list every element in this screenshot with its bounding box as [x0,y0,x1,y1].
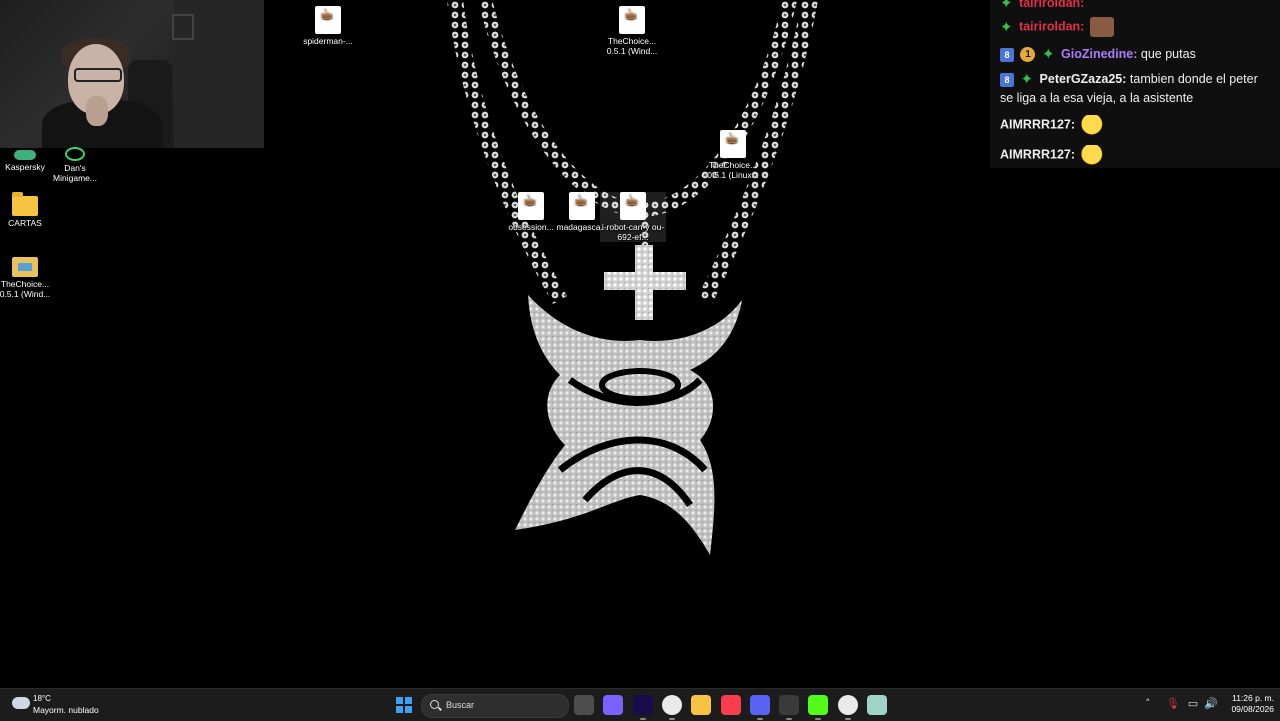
chat-username: PeterGZaza25: [1039,72,1127,86]
wall-picture-frame [172,14,194,40]
cross-pendant [604,245,686,320]
volume-icon[interactable]: 🔊 [1204,697,1218,711]
java-icon [620,192,646,220]
folder-icon [12,192,38,216]
webcam-overlay [0,0,264,148]
network-icon[interactable]: ▭ [1187,697,1199,711]
desktop-icon-cartas[interactable]: CARTAS [0,192,58,228]
desktop-icon-label: CARTAS [8,218,42,228]
task-view-icon[interactable] [574,695,594,715]
chat-message: AIMRRR127: [1000,145,1270,165]
desktop-icon-label: spiderman-... [303,36,353,46]
chat-username: GioZinedine: [1061,47,1138,61]
desktop-icon-label: TheChoice... 0.5.1 (Wind... [0,279,51,299]
copilot-icon[interactable] [603,695,623,715]
calendar-badge-icon: 8 [1000,47,1014,62]
chat-username: tairiroldan: [1019,0,1085,10]
desktop-icon-label: i-robot-can-y ou-692-ef... [601,222,665,242]
desktop-icon-irobot[interactable]: i-robot-can-y ou-692-ef... [600,192,666,242]
clock-date: 09/08/2026 [1231,704,1274,714]
calendar-badge-icon: 8 [1000,72,1014,87]
taskbar-clock[interactable]: 11:26 p. m. 09/08/2026 [1222,693,1274,715]
chat-message: ✦ tairiroldan: [1000,0,1270,13]
premiere-pro-icon[interactable] [633,695,653,720]
java-icon [619,6,645,34]
chat-username: AIMRRR127: [1000,147,1076,162]
music-icon[interactable] [721,695,741,715]
desktop-icon-label: TheChoice... 0.5.1 (Wind... [606,36,658,56]
emote-duck-icon [1080,115,1105,135]
chat-message: ✦ tairiroldan: [1000,17,1270,37]
chat-username: tairiroldan: [1019,19,1085,34]
chrome-2-icon[interactable] [838,695,858,720]
emote-face-icon [1089,17,1114,37]
discord-icon[interactable] [750,695,770,720]
sub-badge-icon: ✦ [1020,70,1034,89]
chat-message: 8 1 ✦ GioZinedine: que putas [1000,45,1270,64]
chat-message: 8 ✦ PeterGZaza25: tambien donde el peter… [1000,70,1270,108]
java-icon [569,192,595,220]
microphone-icon[interactable]: 🎙 [1166,697,1180,711]
start-button[interactable] [396,697,412,713]
desktop-icon-thechoice-linux[interactable]: TheChoice... 0.5.1 (Linux... [700,130,766,180]
tribal-pendant [515,295,742,555]
notepad-icon[interactable] [867,695,887,715]
sub-badge-icon: ✦ [1000,17,1013,36]
search-icon [430,700,439,709]
tray-chevron-up-icon[interactable]: ˄ [1145,697,1151,710]
desktop-icon-label: Kaspersky [5,162,45,172]
desktop-icon-label: obsession... [508,222,554,232]
chat-text: que putas [1140,47,1196,61]
sub-badge-icon: ✦ [1000,0,1013,13]
desktop-icon-thechoice-zip[interactable]: TheChoice... 0.5.1 (Wind... [0,253,58,299]
taskbar: 18°C Mayorm. nublado Buscar ˄ 🎙 ▭ 🔊 11:2… [0,688,1280,721]
chat-username: AIMRRR127: [1000,117,1076,132]
windows-logo-icon [396,697,403,704]
partly-cloudy-icon [12,692,30,709]
desktop-icon-label: TheChoice... 0.5.1 (Linux... [707,160,759,180]
emote-duck-icon [1080,145,1105,165]
desktop-icon-label: Dan's Minigame... [53,163,97,183]
bits-badge-icon: 1 [1020,47,1036,63]
clock-time: 11:26 p. m. [1232,693,1274,703]
kick-icon[interactable] [808,695,828,720]
java-icon [518,192,544,220]
desktop-icon-spiderman[interactable]: spiderman-... [295,6,361,46]
weather-temperature: 18°C [33,694,51,703]
kaspersky-icon [14,150,36,160]
obs-icon[interactable] [779,695,799,720]
taskbar-search[interactable]: Buscar [421,694,569,718]
stream-chat-overlay: ✦ tairiroldan: ✦ tairiroldan: 8 1 ✦ GioZ… [990,0,1280,168]
java-icon [720,130,746,158]
chrome-icon[interactable] [662,695,682,720]
headset-icon [65,147,85,161]
search-placeholder: Buscar [446,700,475,710]
zip-folder-icon [12,257,38,277]
sub-badge-icon: ✦ [1041,45,1055,64]
chat-message: AIMRRR127: [1000,115,1270,135]
desktop-icon-dans-minigame[interactable]: Dan's Minigame... [42,147,108,183]
file-explorer-icon[interactable] [691,695,711,715]
desktop-icon-thechoice-windows[interactable]: TheChoice... 0.5.1 (Wind... [599,6,665,56]
weather-description: Mayorm. nublado [33,705,99,715]
java-icon [315,6,341,34]
